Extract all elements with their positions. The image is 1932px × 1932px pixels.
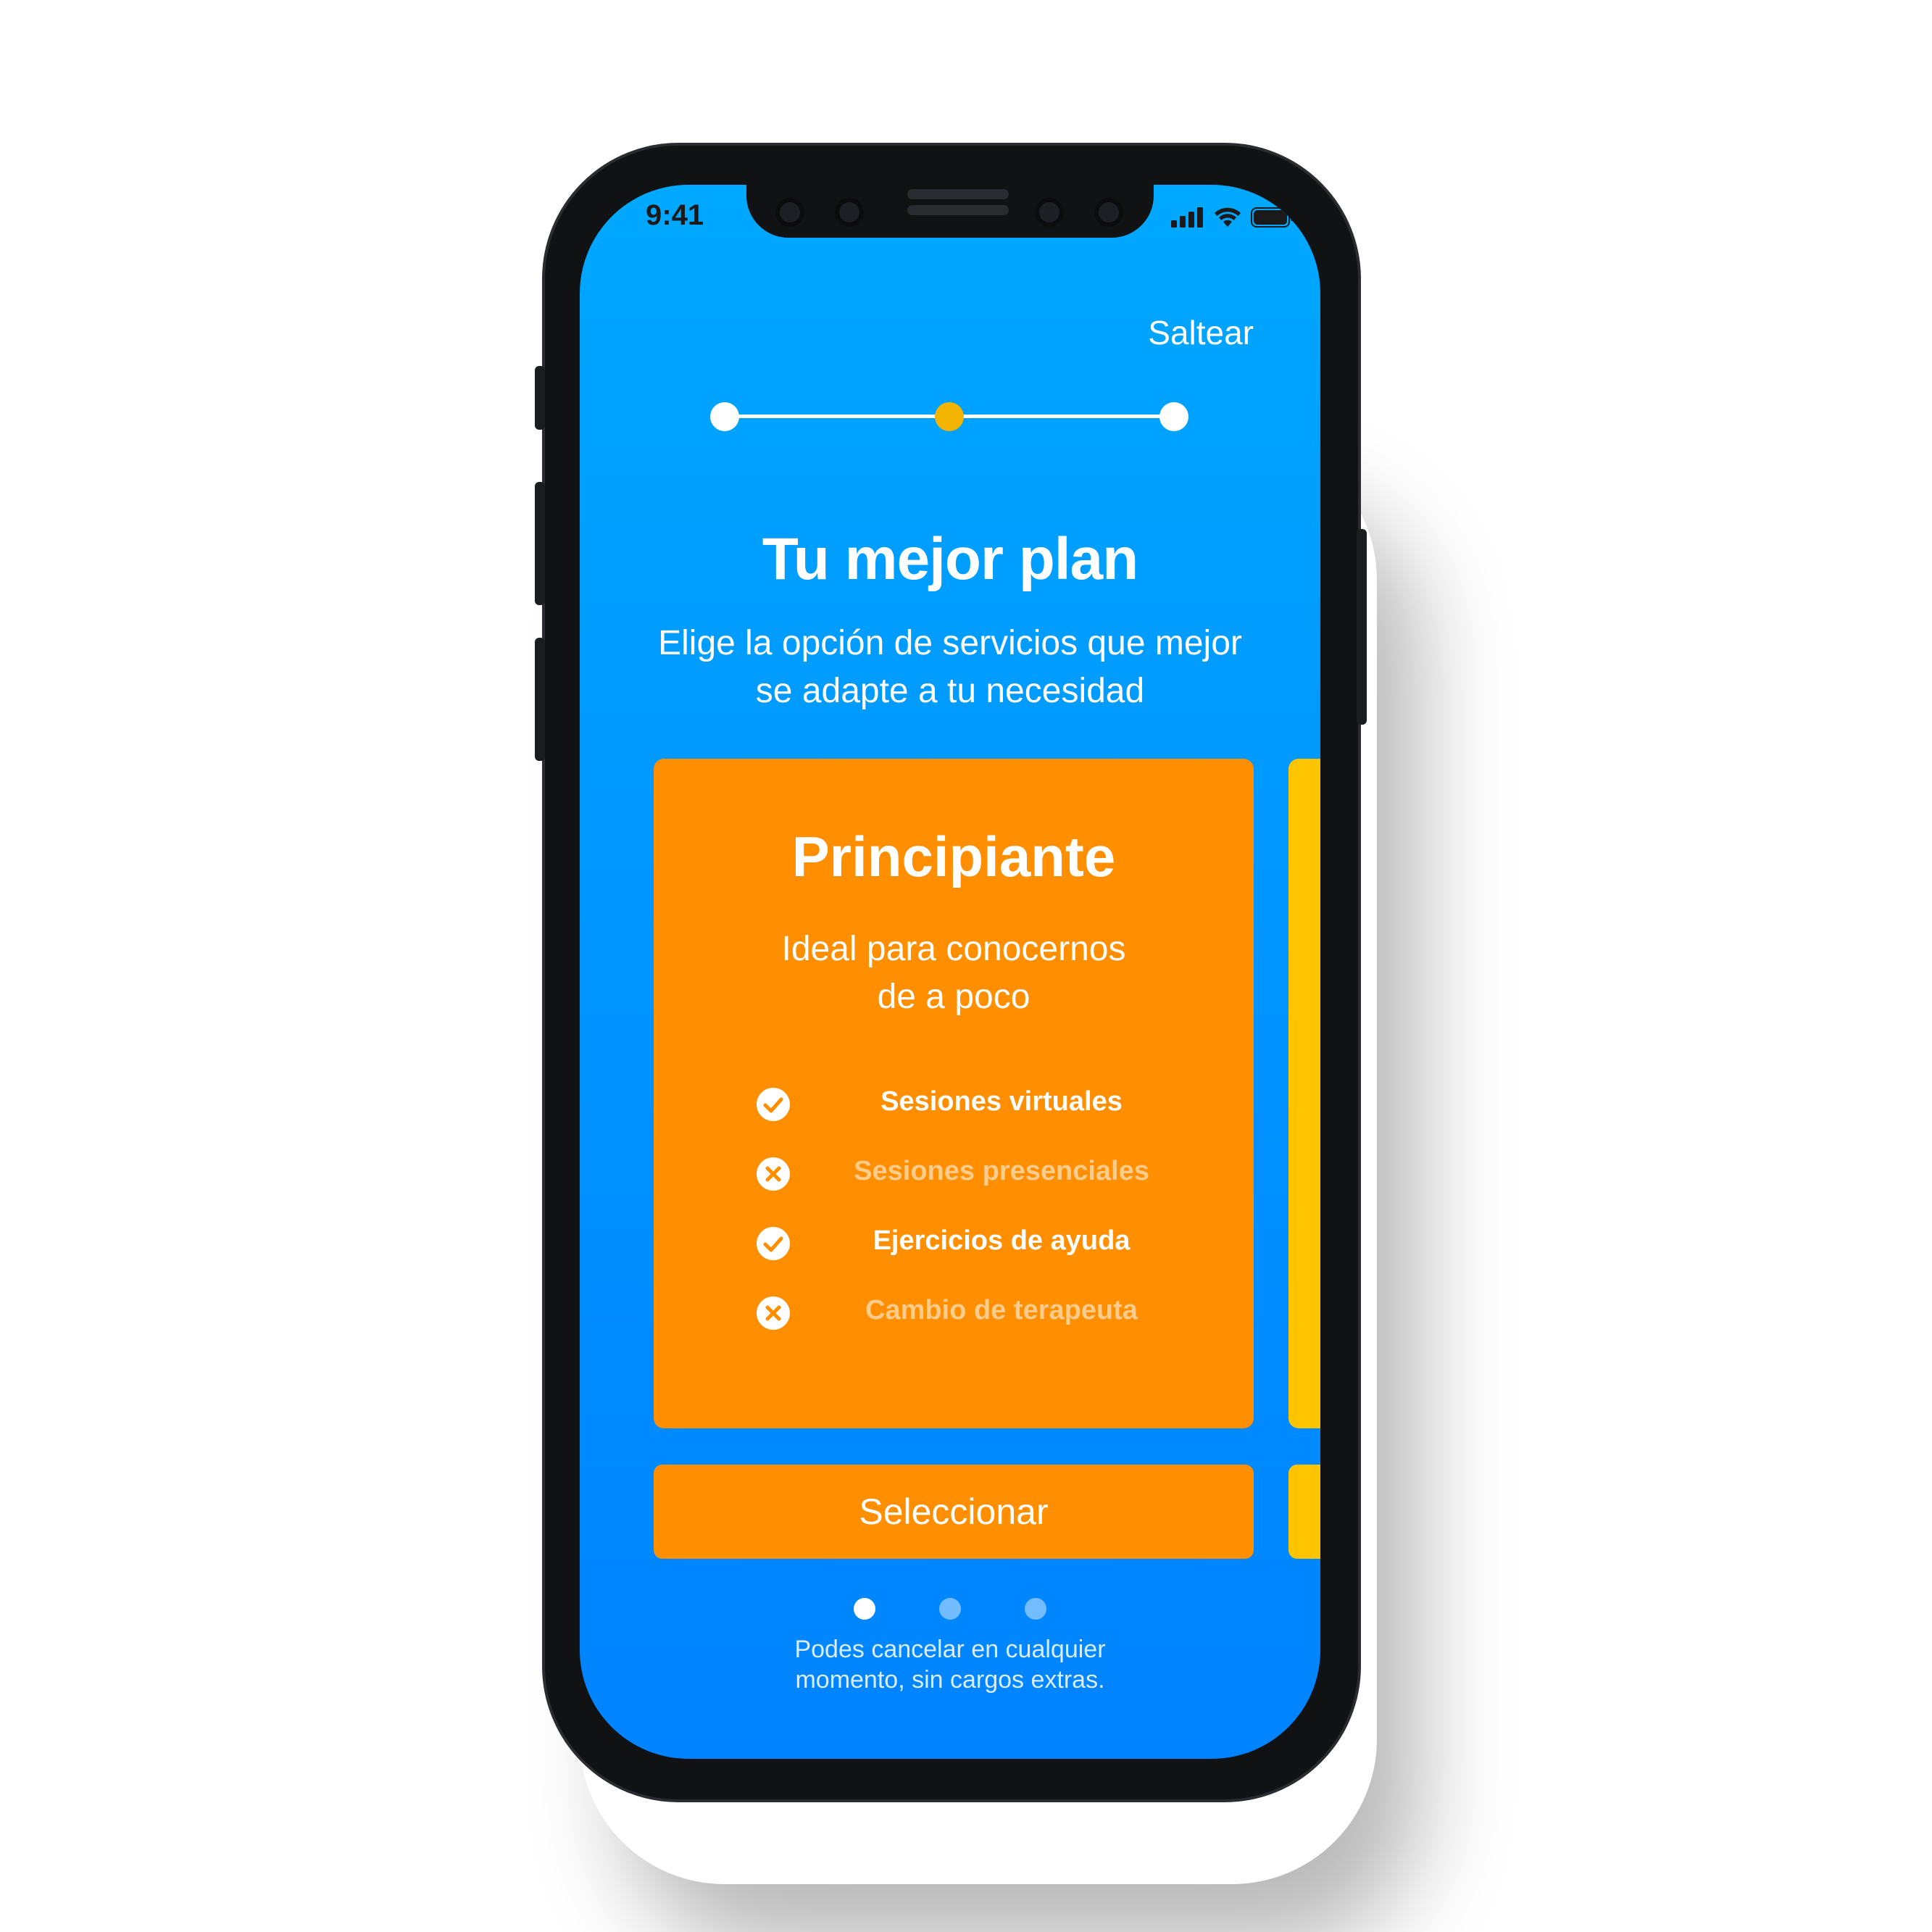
x-circle-icon	[757, 1296, 790, 1330]
sensor-icon	[775, 198, 804, 227]
feature-item: Cambio de terapeuta	[755, 1279, 1190, 1349]
status-time: 9:41	[646, 199, 704, 231]
cellular-signal-icon	[1171, 207, 1203, 228]
x-circle-icon	[757, 1157, 790, 1191]
feature-label: Sesiones virtuales	[880, 1086, 1123, 1117]
plan-features: Sesiones virtuales Sesiones presenciales…	[755, 1070, 1190, 1349]
cancellation-note: Podes cancelar en cualquier momento, sin…	[580, 1634, 1320, 1695]
wifi-icon	[1215, 207, 1241, 227]
skip-button[interactable]: Saltear	[1148, 313, 1254, 352]
select-plan-button[interactable]: Seleccionar	[654, 1465, 1254, 1559]
volume-up-button	[535, 482, 545, 605]
feature-label: Cambio de terapeuta	[865, 1295, 1138, 1325]
plan-card[interactable]: Principiante Ideal para conocernos de a …	[654, 759, 1254, 1428]
plan-description-line: Ideal para conocernos	[781, 930, 1126, 968]
pager-dot[interactable]	[939, 1598, 961, 1620]
feature-label: Sesiones presenciales	[854, 1156, 1149, 1186]
onboarding-progress	[710, 402, 1188, 431]
cancellation-note-line: Podes cancelar en cualquier	[794, 1636, 1106, 1663]
battery-icon	[1251, 207, 1294, 228]
page-title: Tu mejor plan	[762, 526, 1139, 592]
plan-description-line: de a poco	[877, 978, 1030, 1016]
progress-step	[710, 402, 739, 431]
feature-item: Ejercicios de ayuda	[755, 1209, 1190, 1279]
power-button	[1357, 529, 1367, 725]
speaker-grille	[907, 205, 1009, 215]
cancellation-note-line: momento, sin cargos extras.	[795, 1666, 1105, 1694]
plan-description: Ideal para conocernos de a poco	[683, 925, 1225, 1021]
progress-step-current	[935, 402, 964, 431]
status-icons	[1171, 207, 1294, 228]
silent-switch	[535, 366, 545, 430]
plan-pager	[580, 1598, 1320, 1621]
page-subtitle-line: Elige la opción de servicios que mejor	[658, 624, 1242, 662]
feature-item: Sesiones virtuales	[755, 1070, 1190, 1140]
speaker-grille	[907, 189, 1009, 199]
notch	[746, 185, 1154, 238]
page-subtitle: Elige la opción de servicios que mejor s…	[623, 620, 1277, 715]
pager-dot-current[interactable]	[854, 1598, 875, 1620]
feature-label: Ejercicios de ayuda	[873, 1225, 1131, 1256]
next-plan-card[interactable]	[1288, 759, 1320, 1428]
camera-icon	[835, 198, 864, 227]
check-circle-icon	[757, 1088, 790, 1121]
volume-down-button	[535, 638, 545, 761]
plan-name: Principiante	[791, 825, 1116, 888]
feature-item: Sesiones presenciales	[755, 1140, 1190, 1209]
sensor-icon	[1035, 198, 1064, 227]
progress-step	[1159, 402, 1188, 431]
check-circle-icon	[757, 1227, 790, 1260]
app-screen: 9:41 Saltear Tu mejor plan Elige la opci…	[580, 185, 1320, 1759]
page-subtitle-line: se adapte a tu necesidad	[755, 672, 1145, 710]
next-plan-select-button[interactable]	[1288, 1465, 1320, 1559]
pager-dot[interactable]	[1025, 1598, 1046, 1620]
proximity-sensor-icon	[1094, 198, 1123, 227]
